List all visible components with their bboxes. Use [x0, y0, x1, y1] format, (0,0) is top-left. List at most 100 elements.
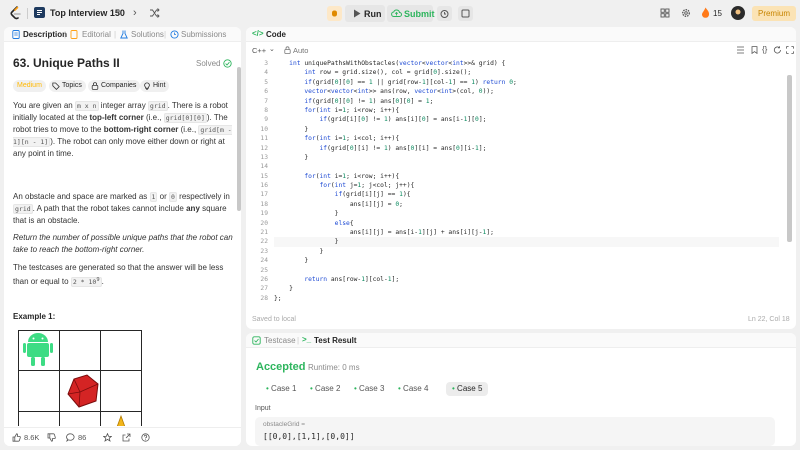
- line-number: 5: [264, 78, 268, 86]
- notes-button[interactable]: [458, 6, 473, 21]
- code-line[interactable]: [274, 266, 779, 275]
- tab-testcase[interactable]: Testcase: [264, 336, 296, 345]
- code-line[interactable]: int row = grid.size(), col = grid[0].siz…: [274, 68, 779, 77]
- line-number: 10: [260, 125, 268, 133]
- code-line[interactable]: return ans[row-1][col-1];: [274, 275, 779, 284]
- line-number: 25: [260, 266, 268, 274]
- code-line[interactable]: [274, 162, 779, 171]
- example-title: Example 1:: [13, 312, 56, 321]
- line-number: 18: [260, 200, 268, 208]
- timer-button[interactable]: [437, 6, 452, 21]
- code-line[interactable]: vector<vector<int>> ans(row, vector<int>…: [274, 87, 779, 96]
- code-line[interactable]: }: [274, 256, 779, 265]
- divider: [27, 8, 28, 19]
- case-4-tab[interactable]: • Case 4: [392, 382, 434, 396]
- code-line[interactable]: else{: [274, 219, 779, 228]
- share-icon[interactable]: [122, 433, 131, 442]
- problem-statement-p2: An obstacle and space are marked as 1 or…: [13, 192, 230, 225]
- saved-status: Saved to local: [252, 316, 296, 323]
- help-question-icon[interactable]: [141, 433, 150, 442]
- code-line[interactable]: for(int i=1; i<row; i++){: [274, 106, 779, 115]
- comments-count: 86: [78, 433, 87, 442]
- star-favorite-icon[interactable]: [103, 433, 112, 442]
- code-line[interactable]: };: [274, 294, 779, 303]
- param-name: obstacleGrid =: [263, 421, 306, 428]
- code-line[interactable]: }: [274, 247, 779, 256]
- line-number: 22: [260, 238, 268, 246]
- goal-star-icon: [116, 414, 126, 426]
- thumbs-down-icon[interactable]: [47, 433, 56, 442]
- line-number: 17: [260, 191, 268, 199]
- tab-solutions[interactable]: Solutions: [131, 30, 164, 39]
- case-2-tab[interactable]: • Case 2: [304, 382, 346, 396]
- chevron-down-icon[interactable]: ⌄: [269, 45, 275, 53]
- tab-code[interactable]: Code: [266, 30, 286, 39]
- bookmark-icon[interactable]: [750, 46, 759, 54]
- code-line[interactable]: if(grid[0][i] != 1) ans[0][i] = ans[0][i…: [274, 144, 779, 153]
- avatar-icon: [735, 9, 741, 15]
- language-selector[interactable]: C++: [252, 46, 266, 55]
- comment-icon[interactable]: [66, 433, 75, 442]
- fullscreen-icon[interactable]: [786, 46, 794, 54]
- tab-editorial[interactable]: Editorial: [82, 30, 111, 39]
- tab-test-result[interactable]: Test Result: [314, 336, 357, 345]
- param-value: [[0,0],[1,1],[0,0]]: [263, 432, 355, 441]
- companies-tag[interactable]: Companies: [88, 80, 141, 92]
- thumbs-up-icon[interactable]: [12, 433, 21, 442]
- code-line[interactable]: if(grid[0][0] != 1) ans[0][0] = 1;: [274, 97, 779, 106]
- code-line[interactable]: }: [274, 125, 779, 134]
- code-line[interactable]: }: [274, 237, 779, 247]
- code-line[interactable]: for(int j=1; j<col; j++){: [274, 181, 779, 190]
- topics-tag[interactable]: Topics: [49, 80, 86, 92]
- problem-list-title[interactable]: Top Interview 150: [50, 8, 125, 18]
- hint-tag[interactable]: Hint: [140, 80, 170, 92]
- submit-button[interactable]: Submit: [387, 5, 435, 22]
- code-line[interactable]: if(grid[0][0] == 1 || grid[row-1][col-1]…: [274, 78, 779, 87]
- code-scrollbar[interactable]: [787, 75, 792, 242]
- debug-button[interactable]: [327, 6, 342, 21]
- layout-grid-icon[interactable]: [660, 8, 670, 18]
- streak-fire-icon[interactable]: [701, 7, 710, 19]
- code-line[interactable]: for(int i=1; i<col; i++){: [274, 134, 779, 143]
- code-line[interactable]: for(int i=1; i<row; i++){: [274, 172, 779, 181]
- case-3-tab[interactable]: • Case 3: [348, 382, 390, 396]
- problem-statement-p1: You are given an m x n integer array gri…: [13, 101, 232, 158]
- reset-icon[interactable]: [773, 46, 782, 54]
- tab-submissions[interactable]: Submissions: [181, 30, 226, 39]
- next-problem-icon[interactable]: ›: [133, 6, 137, 20]
- code-line[interactable]: if(grid[i][j] == 1){: [274, 190, 779, 199]
- code-line[interactable]: }: [274, 153, 779, 162]
- code-line[interactable]: ans[i][j] = ans[i-1][j] + ans[i][j-1];: [274, 228, 779, 237]
- code-line[interactable]: }: [274, 284, 779, 293]
- description-scrollbar[interactable]: [237, 67, 241, 211]
- play-icon: [354, 9, 361, 18]
- line-number: 26: [260, 275, 268, 283]
- code-line[interactable]: }: [274, 209, 779, 218]
- format-lines-icon[interactable]: [736, 46, 745, 54]
- description-footer: 8.6K 86: [4, 427, 241, 446]
- run-button[interactable]: Run: [345, 5, 385, 22]
- runtime-text: Runtime: 0 ms: [308, 363, 360, 372]
- premium-button[interactable]: Premium: [752, 6, 796, 21]
- prev-problem-icon[interactable]: ‹: [117, 6, 121, 20]
- settings-gear-icon[interactable]: [681, 8, 691, 18]
- code-line[interactable]: ans[i][j] = 0;: [274, 200, 779, 209]
- case-5-tab[interactable]: • Case 5: [446, 382, 489, 396]
- code-line[interactable]: if(grid[i][0] != 1) ans[i][0] = ans[i-1]…: [274, 115, 779, 124]
- code-line[interactable]: int uniquePathsWithObstacles(vector<vect…: [274, 59, 779, 68]
- problem-title[interactable]: 63. Unique Paths II: [13, 56, 120, 70]
- submit-label: Submit: [404, 9, 435, 19]
- leetcode-logo-icon[interactable]: [9, 6, 23, 20]
- shuffle-icon[interactable]: [149, 8, 160, 18]
- document-icon: [12, 30, 20, 39]
- user-avatar[interactable]: [731, 6, 745, 20]
- line-number: 13: [260, 153, 268, 161]
- tab-description[interactable]: Description: [23, 30, 67, 39]
- case-1-tab[interactable]: • Case 1: [260, 382, 302, 396]
- auto-complete-label[interactable]: Auto: [293, 46, 308, 55]
- code-editor[interactable]: int uniquePathsWithObstacles(vector<vect…: [274, 59, 779, 303]
- code-braces-icon[interactable]: {}: [762, 45, 767, 54]
- problem-statement-p3: Return the number of possible unique pat…: [13, 233, 233, 254]
- problem-list-icon[interactable]: [34, 7, 45, 18]
- line-number: 24: [260, 257, 268, 265]
